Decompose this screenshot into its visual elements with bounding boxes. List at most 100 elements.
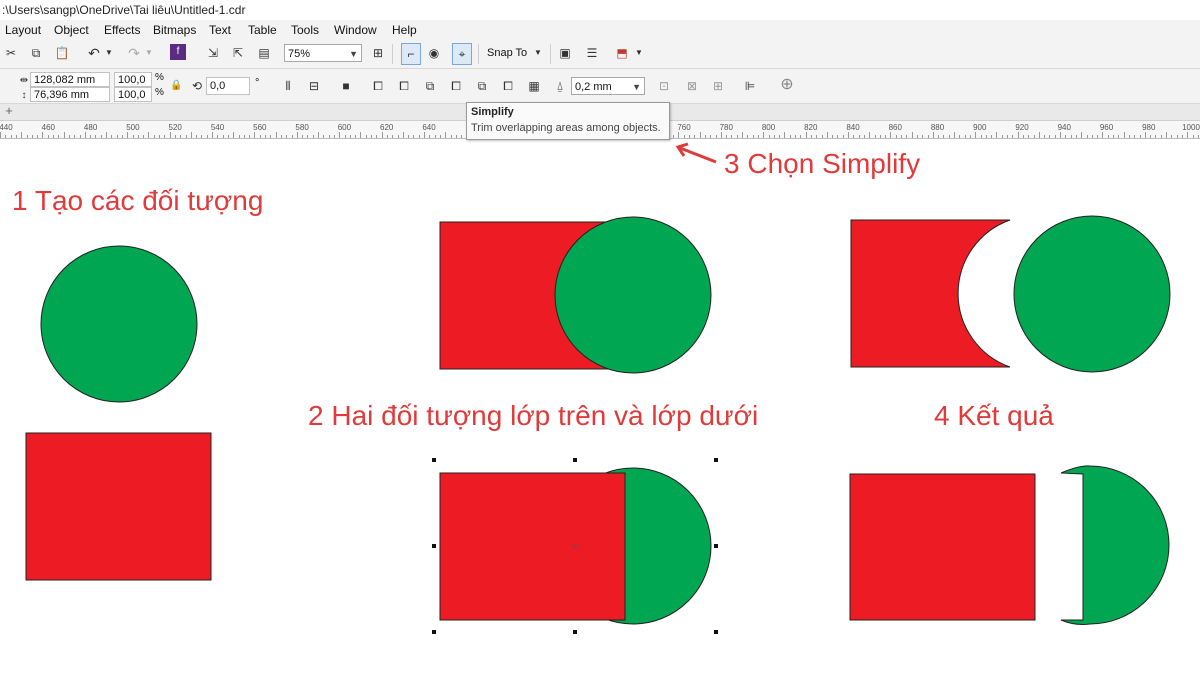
menu-object[interactable]: Object [54,23,89,37]
ruler-tick [1166,132,1167,138]
align-distribute-icon[interactable]: ⊫ [742,76,758,96]
ruler-tick [1017,132,1019,138]
scale-y-field[interactable]: 100,0 [114,87,152,102]
ruler-tick [185,135,187,138]
ruler-tick [1123,132,1125,138]
paste-icon[interactable]: 📋 [54,43,70,63]
ruler-tick [1144,132,1146,138]
undo-dropdown-icon[interactable]: ▼ [104,43,114,63]
show-grid-icon[interactable]: ◉ [426,43,442,63]
ruler-tick [1049,135,1051,138]
combine-icon[interactable]: ■ [338,76,354,96]
menu-help[interactable]: Help [392,23,417,37]
ruler-tick [238,135,240,138]
cut-icon[interactable]: ✂ [3,43,19,63]
ruler-tick [1060,132,1061,138]
rotation-field[interactable]: 0,0 [206,77,250,95]
snap-to-label[interactable]: Snap To [487,47,527,59]
ruler-tick [137,135,139,138]
ruler-label: 600 [337,123,352,132]
zoom-level-combo[interactable]: 75% ▼ [284,44,362,62]
ruler-tick [969,135,971,138]
ruler-tick [0,132,1,138]
options-icon[interactable]: ☰ [584,43,600,63]
ruler-tick [704,135,706,138]
undo-icon[interactable]: ↶ [86,43,102,63]
import-icon[interactable]: ⇲ [205,43,221,63]
red-rectangle-result[interactable] [849,473,1036,621]
ruler-tick [365,135,367,138]
create-boundary-icon[interactable]: ⊡ [656,76,672,96]
convert-to-curves-icon[interactable]: ⊠ [684,76,700,96]
ruler-tick [68,135,70,138]
front-minus-back-icon[interactable]: ⧉ [474,76,490,96]
ruler-label: 440 [0,123,13,132]
outline-width-value: 0,2 mm [575,81,612,93]
add-icon[interactable]: ⊕ [778,75,796,95]
ruler-tick [938,135,940,138]
menu-effects[interactable]: Effects [104,23,140,37]
lock-ratio-icon[interactable]: 🔒 [170,76,182,96]
red-shape-trimmed[interactable] [850,219,1011,368]
ruler-tick [1091,135,1093,138]
mirror-horizontal-icon[interactable]: ⫴ [280,76,296,96]
boundary-icon[interactable]: ▦ [526,76,542,96]
ruler-tick [805,132,807,138]
ruler-tick [328,135,330,138]
ruler-tick [720,132,722,138]
caption-step-1: 1 Tạo các đối tượng [12,185,264,216]
show-guidelines-icon[interactable]: ⌖ [452,43,472,65]
welcome-screen-icon[interactable]: ▣ [557,43,573,63]
full-screen-icon[interactable]: ⊞ [370,43,386,63]
back-minus-front-icon[interactable]: ⧠ [500,76,516,96]
ruler-tick [1007,135,1008,138]
green-circle[interactable] [40,245,198,403]
menu-window[interactable]: Window [334,23,377,37]
launch-dropdown-icon[interactable]: ▼ [634,43,644,63]
export-pdf-icon[interactable]: ▤ [256,43,272,63]
redo-icon[interactable]: ↷ [126,43,142,63]
copy-icon[interactable]: ⧉ [28,43,44,63]
scale-x-field[interactable]: 100,0 [114,72,152,87]
ruler-tick [996,132,998,138]
add-tab-icon[interactable]: + [3,101,15,121]
object-height-field[interactable]: 76,396 mm [30,87,110,102]
red-rectangle-selected[interactable] [439,472,626,621]
menu-bitmaps[interactable]: Bitmaps [153,23,196,37]
menu-layout[interactable]: Layout [5,23,41,37]
menu-table[interactable]: Table [248,23,277,37]
search-content-icon[interactable]: f [170,44,186,60]
green-shape-trimmed[interactable] [1060,465,1170,625]
break-apart-icon[interactable]: ⊞ [710,76,726,96]
mirror-vertical-icon[interactable]: ⊟ [306,76,322,96]
ruler-tick [1107,135,1109,138]
ruler-tick [736,135,738,138]
object-height-icon: ↕ [21,90,27,101]
menu-text[interactable]: Text [209,23,231,37]
object-width-field[interactable]: 128,082 mm [30,72,110,87]
green-circle-top-layer[interactable] [554,216,712,374]
green-circle-result[interactable] [1013,215,1171,373]
ruler-tick [694,135,696,138]
zoom-level-value: 75% [288,48,311,60]
snap-dropdown-icon[interactable]: ▼ [533,43,543,63]
ruler-tick [339,132,341,138]
ruler-tick [779,135,781,138]
menu-tools[interactable]: Tools [291,23,319,37]
outline-width-combo[interactable]: 0,2 mm ▼ [571,77,645,95]
ruler-tick [863,135,865,138]
caption-step-2: 2 Hai đối tượng lớp trên và lớp dưới [308,400,759,431]
red-rectangle[interactable] [25,432,212,581]
simplify-icon[interactable]: ⧠ [448,76,464,96]
launch-icon[interactable]: ⬒ [614,43,630,63]
trim-icon[interactable]: ⧠ [396,76,412,96]
ruler-tick [275,132,277,138]
export-icon[interactable]: ⇱ [230,43,246,63]
intersect-icon[interactable]: ⧉ [422,76,438,96]
ruler-label: 560 [253,123,267,132]
redo-dropdown-icon[interactable]: ▼ [144,43,154,63]
weld-icon[interactable]: ⧠ [370,76,386,96]
ruler-tick [121,135,123,138]
show-rulers-icon[interactable]: ⌐ [401,43,421,65]
ruler-label: 860 [888,123,902,132]
